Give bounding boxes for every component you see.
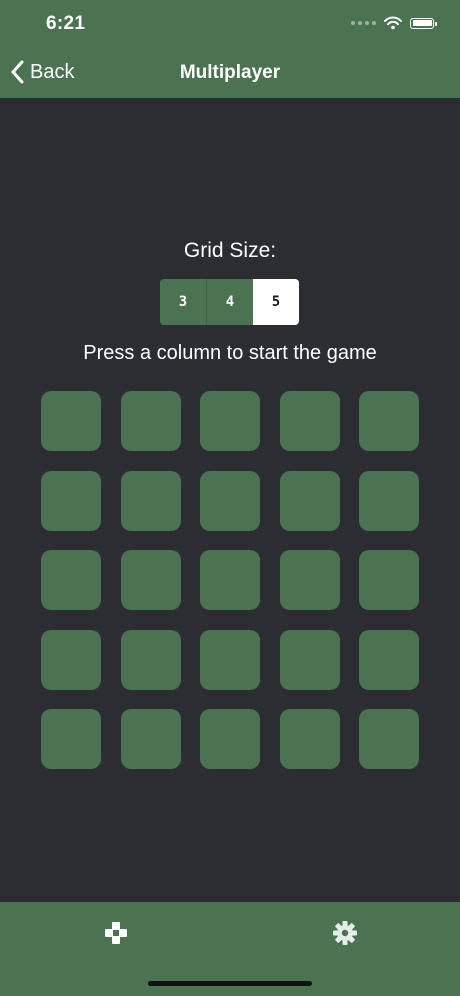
grid-size-option-4[interactable]: 4 [206, 279, 253, 325]
board-cell[interactable] [200, 629, 260, 690]
instruction-text: Press a column to start the game [83, 342, 377, 364]
battery-icon [410, 17, 437, 29]
board-cell[interactable] [359, 709, 419, 769]
status-time: 6:21 [46, 13, 86, 34]
grid-size-option-3[interactable]: 3 [160, 279, 206, 325]
board-cell[interactable] [120, 629, 181, 690]
board-cell[interactable] [359, 470, 419, 531]
board-cell[interactable] [41, 391, 101, 451]
board-cell[interactable] [120, 391, 181, 451]
board-cell[interactable] [200, 709, 260, 769]
board-cell[interactable] [279, 550, 340, 610]
board-cell[interactable] [120, 550, 181, 610]
board-cell[interactable] [200, 550, 260, 610]
board-cell[interactable] [200, 470, 260, 531]
board-cell[interactable] [359, 391, 419, 451]
tab-settings[interactable] [330, 918, 360, 948]
page-title: Multiplayer [179, 62, 281, 83]
board-cell[interactable] [41, 470, 101, 531]
cellular-signal-icon [351, 21, 376, 25]
navigation-header: 6:21 Back Multiplayer [0, 0, 460, 98]
board-cell[interactable] [120, 709, 181, 769]
home-indicator [148, 981, 312, 986]
board-cell[interactable] [41, 550, 101, 610]
board-cell[interactable] [279, 391, 340, 451]
grid-size-selector: 3 4 5 [160, 279, 299, 325]
board-cell[interactable] [279, 470, 340, 531]
board-cell[interactable] [200, 391, 260, 451]
gamepad-icon [105, 922, 127, 944]
gear-icon [333, 921, 357, 945]
board-cell[interactable] [279, 629, 340, 690]
wifi-icon [384, 16, 402, 30]
board-cell[interactable] [41, 709, 101, 769]
board-cell[interactable] [359, 629, 419, 690]
board-cell[interactable] [279, 709, 340, 769]
game-board [41, 391, 419, 769]
tab-game[interactable] [101, 918, 131, 948]
grid-size-option-5[interactable]: 5 [253, 279, 299, 325]
grid-size-label: Grid Size: [183, 239, 277, 262]
board-cell[interactable] [41, 629, 101, 690]
board-cell[interactable] [120, 470, 181, 531]
board-cell[interactable] [359, 550, 419, 610]
status-indicators [351, 16, 437, 30]
